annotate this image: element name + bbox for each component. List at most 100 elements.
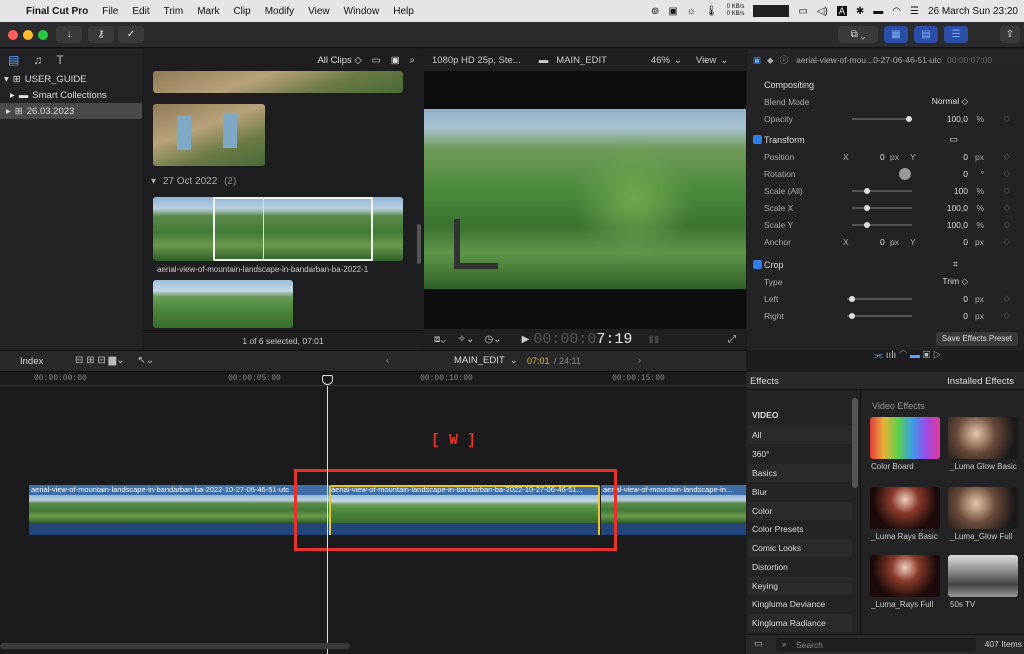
select-tool-icon[interactable]: ↖⌄ [137,355,154,366]
save-effects-preset-button[interactable]: Save Effects Preset [935,332,1018,346]
effect-thumb-50s-tv[interactable] [948,555,1018,597]
timeline-forward-icon[interactable]: › [638,355,641,365]
effect-thumb-luma-rays-basic[interactable] [870,487,940,529]
transform-onscreen-icon[interactable]: ▭ [949,134,958,145]
search-icon[interactable]: ⌕ [410,55,415,66]
effects-category-color[interactable]: Color [748,502,852,520]
screen-icon[interactable]: ▣ [668,6,677,17]
effects-category-kingluma-deviance[interactable]: Kingluma Deviance [748,595,852,613]
viewer-zoom-menu[interactable]: 46% [651,55,670,66]
photos-audio-icon[interactable]: ♫ [33,53,42,67]
rotation-dial[interactable] [899,167,911,180]
anchor-y-value[interactable]: 0 [963,237,968,247]
menu-view[interactable]: View [308,6,330,17]
wifi-icon[interactable]: ◠ [892,6,901,17]
headphones-icon[interactable]: ◠ [899,350,907,361]
effects-category-comic-looks[interactable]: Comic Looks [748,539,852,557]
blend-mode-select[interactable]: Normal ◇ [932,96,968,107]
effects-category-video[interactable]: VIDEO [748,406,852,424]
library-item-event[interactable]: ▸ ⊞ 26.03.2023 [0,103,142,119]
browser-thumb-tanks[interactable] [153,104,265,166]
scale-x-slider[interactable] [852,205,912,211]
keyframe-icon[interactable]: ◇ [1003,293,1010,304]
effects-toggle-icon[interactable]: ▷ [933,350,941,361]
timeline-clip-3[interactable]: aerial-view-of-mountain-landscape-in... [601,485,746,535]
menu-window[interactable]: Window [344,6,380,17]
overwrite-clip-icon[interactable]: ▆⌄ [109,355,125,366]
share-button[interactable]: ⇪ [1000,26,1020,43]
crop-section[interactable]: Crop ⌗ [747,256,1024,273]
menu-clock[interactable]: 26 March Sun 23:20 [928,6,1018,17]
event-group-header[interactable]: ▾ 27 Oct 2022 (2) [151,176,236,187]
transform-tool-icon[interactable]: ⧈⌄ [434,334,446,345]
effect-thumb-luma-glow-basic[interactable] [948,417,1018,459]
menu-clip[interactable]: Clip [233,6,250,17]
transform-checkbox[interactable] [753,135,762,144]
keyframe-icon[interactable]: ◇ [1003,168,1010,179]
keyframe-icon[interactable]: ◇ [1003,310,1010,321]
effects-category-kingluma-radiance[interactable]: Kingluma Radiance [748,614,852,632]
waveform-icon[interactable]: ıılı [886,350,897,361]
brightness-icon[interactable]: ☼ [687,6,696,17]
keyframe-icon[interactable]: ◇ [1003,219,1010,230]
library-item-smart-collections[interactable]: ▸ ▬ Smart Collections [0,87,142,103]
close-window-button[interactable] [8,30,18,40]
viewer-view-menu[interactable]: View [696,55,716,66]
crop-right-slider[interactable] [847,313,912,319]
keywords-button[interactable]: ⚷ [88,26,114,43]
background-tasks-button[interactable]: ✓ [118,26,144,43]
scale-all-slider[interactable] [852,188,912,194]
workspace-button[interactable]: ⧉ ⌄ [838,26,878,43]
menu-help[interactable]: Help [393,6,414,17]
position-y-value[interactable]: 0 [963,152,968,162]
speed-icon[interactable]: ◷⌄ [485,334,502,345]
zoom-window-button[interactable] [38,30,48,40]
crop-type-select[interactable]: Trim ◇ [942,276,968,287]
effects-category-blur[interactable]: Blur [748,483,852,501]
insert-clip-icon[interactable]: ⊞ [86,355,94,366]
rotation-value[interactable]: 0 [963,169,968,179]
browser-clip-selected[interactable] [153,197,403,261]
timeline-clip-1[interactable]: aerial-view-of-mountain-landscape-in-ban… [29,485,329,535]
crop-checkbox[interactable] [753,260,762,269]
browser-thumb-bottom[interactable] [153,280,293,328]
menu-mark[interactable]: Mark [197,6,219,17]
effects-category-keying[interactable]: Keying [748,577,852,595]
installed-effects-menu[interactable]: Installed Effects [947,376,1014,387]
opacity-value[interactable]: 100,0 [947,114,968,124]
scale-all-value[interactable]: 100 [954,186,968,196]
libraries-icon[interactable]: ▤ [8,53,19,67]
display-icon[interactable]: ▭ [798,6,807,17]
library-root[interactable]: ▾ ⊞ USER_GUIDE [0,71,142,87]
scale-y-value[interactable]: 100,0 [947,220,968,230]
clip-appearance-icon[interactable]: ▣ [923,350,931,361]
titles-icon[interactable]: T [56,53,63,67]
viewer-format[interactable]: 1080p HD 25p, Ste... [432,55,521,66]
creative-cloud-icon[interactable]: ⊚ [651,6,659,17]
import-button[interactable]: ↓ [56,26,82,43]
clip-filter-menu[interactable]: All Clips ◇ [317,55,361,66]
position-x-value[interactable]: 0 [880,152,885,162]
effect-thumb-color-board[interactable] [870,417,940,459]
fullscreen-icon[interactable]: ⤢ [728,334,736,345]
browser-scrollbar[interactable] [417,224,421,264]
keyframe-icon[interactable]: ◇ [1003,113,1010,124]
connect-clip-icon[interactable]: ⊟ [75,355,83,366]
keyframe-icon[interactable]: ◇ [1003,185,1010,196]
volume-icon[interactable]: ◁) [817,6,828,17]
viewer-video-frame[interactable] [424,109,746,289]
keyframe-icon[interactable]: ◇ [1003,236,1010,247]
battery-icon[interactable]: ▬ [873,6,883,17]
show-browser-button[interactable]: ▦ [884,26,908,43]
timeline-scrollbar[interactable] [0,643,350,649]
clip-appearance-icon[interactable]: ▣ [391,55,400,66]
compositing-section[interactable]: Compositing [747,76,1024,93]
effects-search-field[interactable]: ⌕ Search [776,638,976,652]
scale-y-slider[interactable] [852,222,912,228]
effect-thumb-luma-rays-full[interactable] [870,555,940,597]
menu-modify[interactable]: Modify [265,6,294,17]
play-icon[interactable]: ▶ [522,334,530,345]
effects-category-distortion[interactable]: Distortion [748,558,852,576]
timeline-ruler[interactable]: 00:00:00:00 00:00:05:00 00:00:10:00 00:0… [0,372,746,386]
browser-thumb-top[interactable] [153,71,403,93]
